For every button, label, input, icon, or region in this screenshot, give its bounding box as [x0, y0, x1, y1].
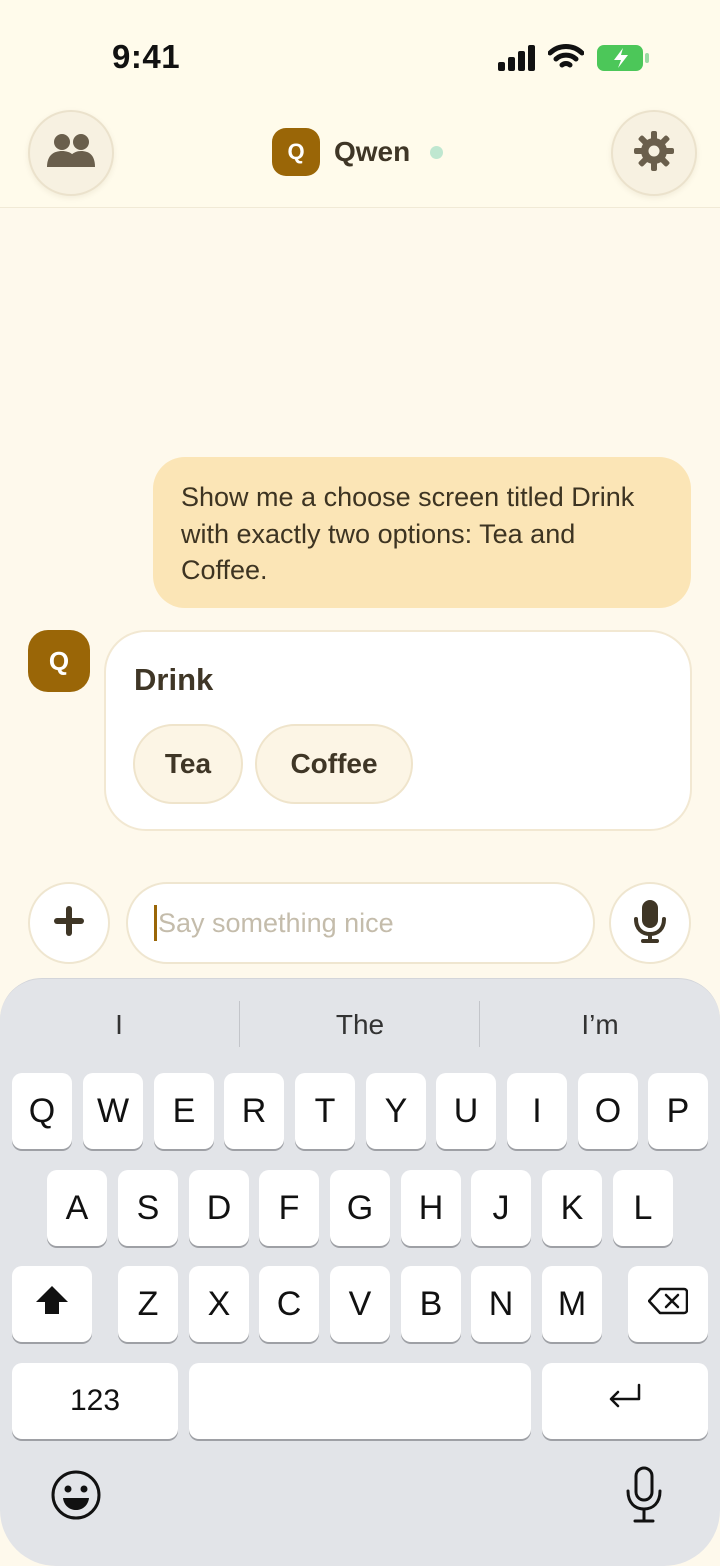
key-i[interactable]: I: [507, 1073, 567, 1149]
key-l[interactable]: L: [613, 1170, 673, 1246]
key-u[interactable]: U: [436, 1073, 496, 1149]
key-q[interactable]: Q: [12, 1073, 72, 1149]
key-v[interactable]: V: [330, 1266, 390, 1342]
dictation-button[interactable]: [622, 1465, 666, 1525]
key-m[interactable]: M: [542, 1266, 602, 1342]
key-z[interactable]: Z: [118, 1266, 178, 1342]
suggestion-1[interactable]: I: [0, 1003, 238, 1047]
emoji-icon: [50, 1470, 102, 1525]
keyboard: I The I’m Q W E R T Y U I O P A S D F G …: [0, 978, 720, 1566]
option-coffee[interactable]: Coffee: [255, 724, 413, 804]
key-s[interactable]: S: [118, 1170, 178, 1246]
key-g[interactable]: G: [330, 1170, 390, 1246]
key-w[interactable]: W: [83, 1073, 143, 1149]
suggestion-2[interactable]: The: [241, 1003, 479, 1047]
numbers-key[interactable]: 123: [12, 1363, 178, 1439]
message-input[interactable]: Say something nice: [126, 882, 595, 964]
key-a[interactable]: A: [47, 1170, 107, 1246]
backspace-icon: [647, 1285, 689, 1324]
plus-icon: [52, 904, 86, 943]
return-key[interactable]: [542, 1363, 708, 1439]
key-h[interactable]: H: [401, 1170, 461, 1246]
key-t[interactable]: T: [295, 1073, 355, 1149]
wifi-icon: [547, 44, 585, 77]
emoji-button[interactable]: [50, 1469, 102, 1521]
option-tea[interactable]: Tea: [133, 724, 243, 804]
space-key[interactable]: [189, 1363, 531, 1439]
suggestion-3[interactable]: I’m: [481, 1003, 719, 1047]
key-o[interactable]: O: [578, 1073, 638, 1149]
key-f[interactable]: F: [259, 1170, 319, 1246]
key-n[interactable]: N: [471, 1266, 531, 1342]
shift-icon: [34, 1284, 70, 1325]
chat-screen: 9:41 Q Qwen Show me a choose screen titl…: [0, 0, 720, 1566]
backspace-key[interactable]: [628, 1266, 708, 1342]
shift-key[interactable]: [12, 1266, 92, 1342]
gear-icon: [633, 130, 675, 177]
microphone-icon: [622, 1466, 666, 1529]
user-message-bubble: Show me a choose screen titled Drink wit…: [153, 457, 691, 608]
key-e[interactable]: E: [154, 1073, 214, 1149]
suggestion-divider: [239, 1001, 240, 1047]
return-icon: [606, 1382, 644, 1421]
assistant-name: Qwen: [334, 136, 411, 167]
contacts-button[interactable]: [28, 110, 114, 196]
key-x[interactable]: X: [189, 1266, 249, 1342]
key-d[interactable]: D: [189, 1170, 249, 1246]
add-button[interactable]: [28, 882, 110, 964]
status-icons: [498, 44, 650, 77]
status-time: 9:41: [112, 38, 181, 75]
people-icon: [45, 133, 97, 174]
key-p[interactable]: P: [648, 1073, 708, 1149]
battery-icon: [596, 44, 650, 77]
online-status-dot: [430, 145, 444, 159]
key-r[interactable]: R: [224, 1073, 284, 1149]
key-y[interactable]: Y: [366, 1073, 426, 1149]
voice-input-button[interactable]: [609, 882, 691, 964]
card-title: Drink: [134, 662, 214, 697]
key-c[interactable]: C: [259, 1266, 319, 1342]
key-b[interactable]: B: [401, 1266, 461, 1342]
key-k[interactable]: K: [542, 1170, 602, 1246]
bot-avatar: Q: [28, 630, 90, 692]
chat-header: Q Qwen: [272, 128, 444, 176]
settings-button[interactable]: [611, 110, 697, 196]
key-j[interactable]: J: [471, 1170, 531, 1246]
top-bar: 9:41 Q Qwen: [0, 0, 720, 208]
suggestion-divider: [479, 1001, 480, 1047]
message-placeholder: Say something nice: [158, 907, 394, 938]
signal-icon: [498, 45, 536, 76]
choose-card: Drink Tea Coffee: [104, 630, 692, 831]
microphone-icon: [633, 899, 667, 948]
text-caret: [154, 905, 157, 941]
avatar: Q: [272, 128, 320, 176]
